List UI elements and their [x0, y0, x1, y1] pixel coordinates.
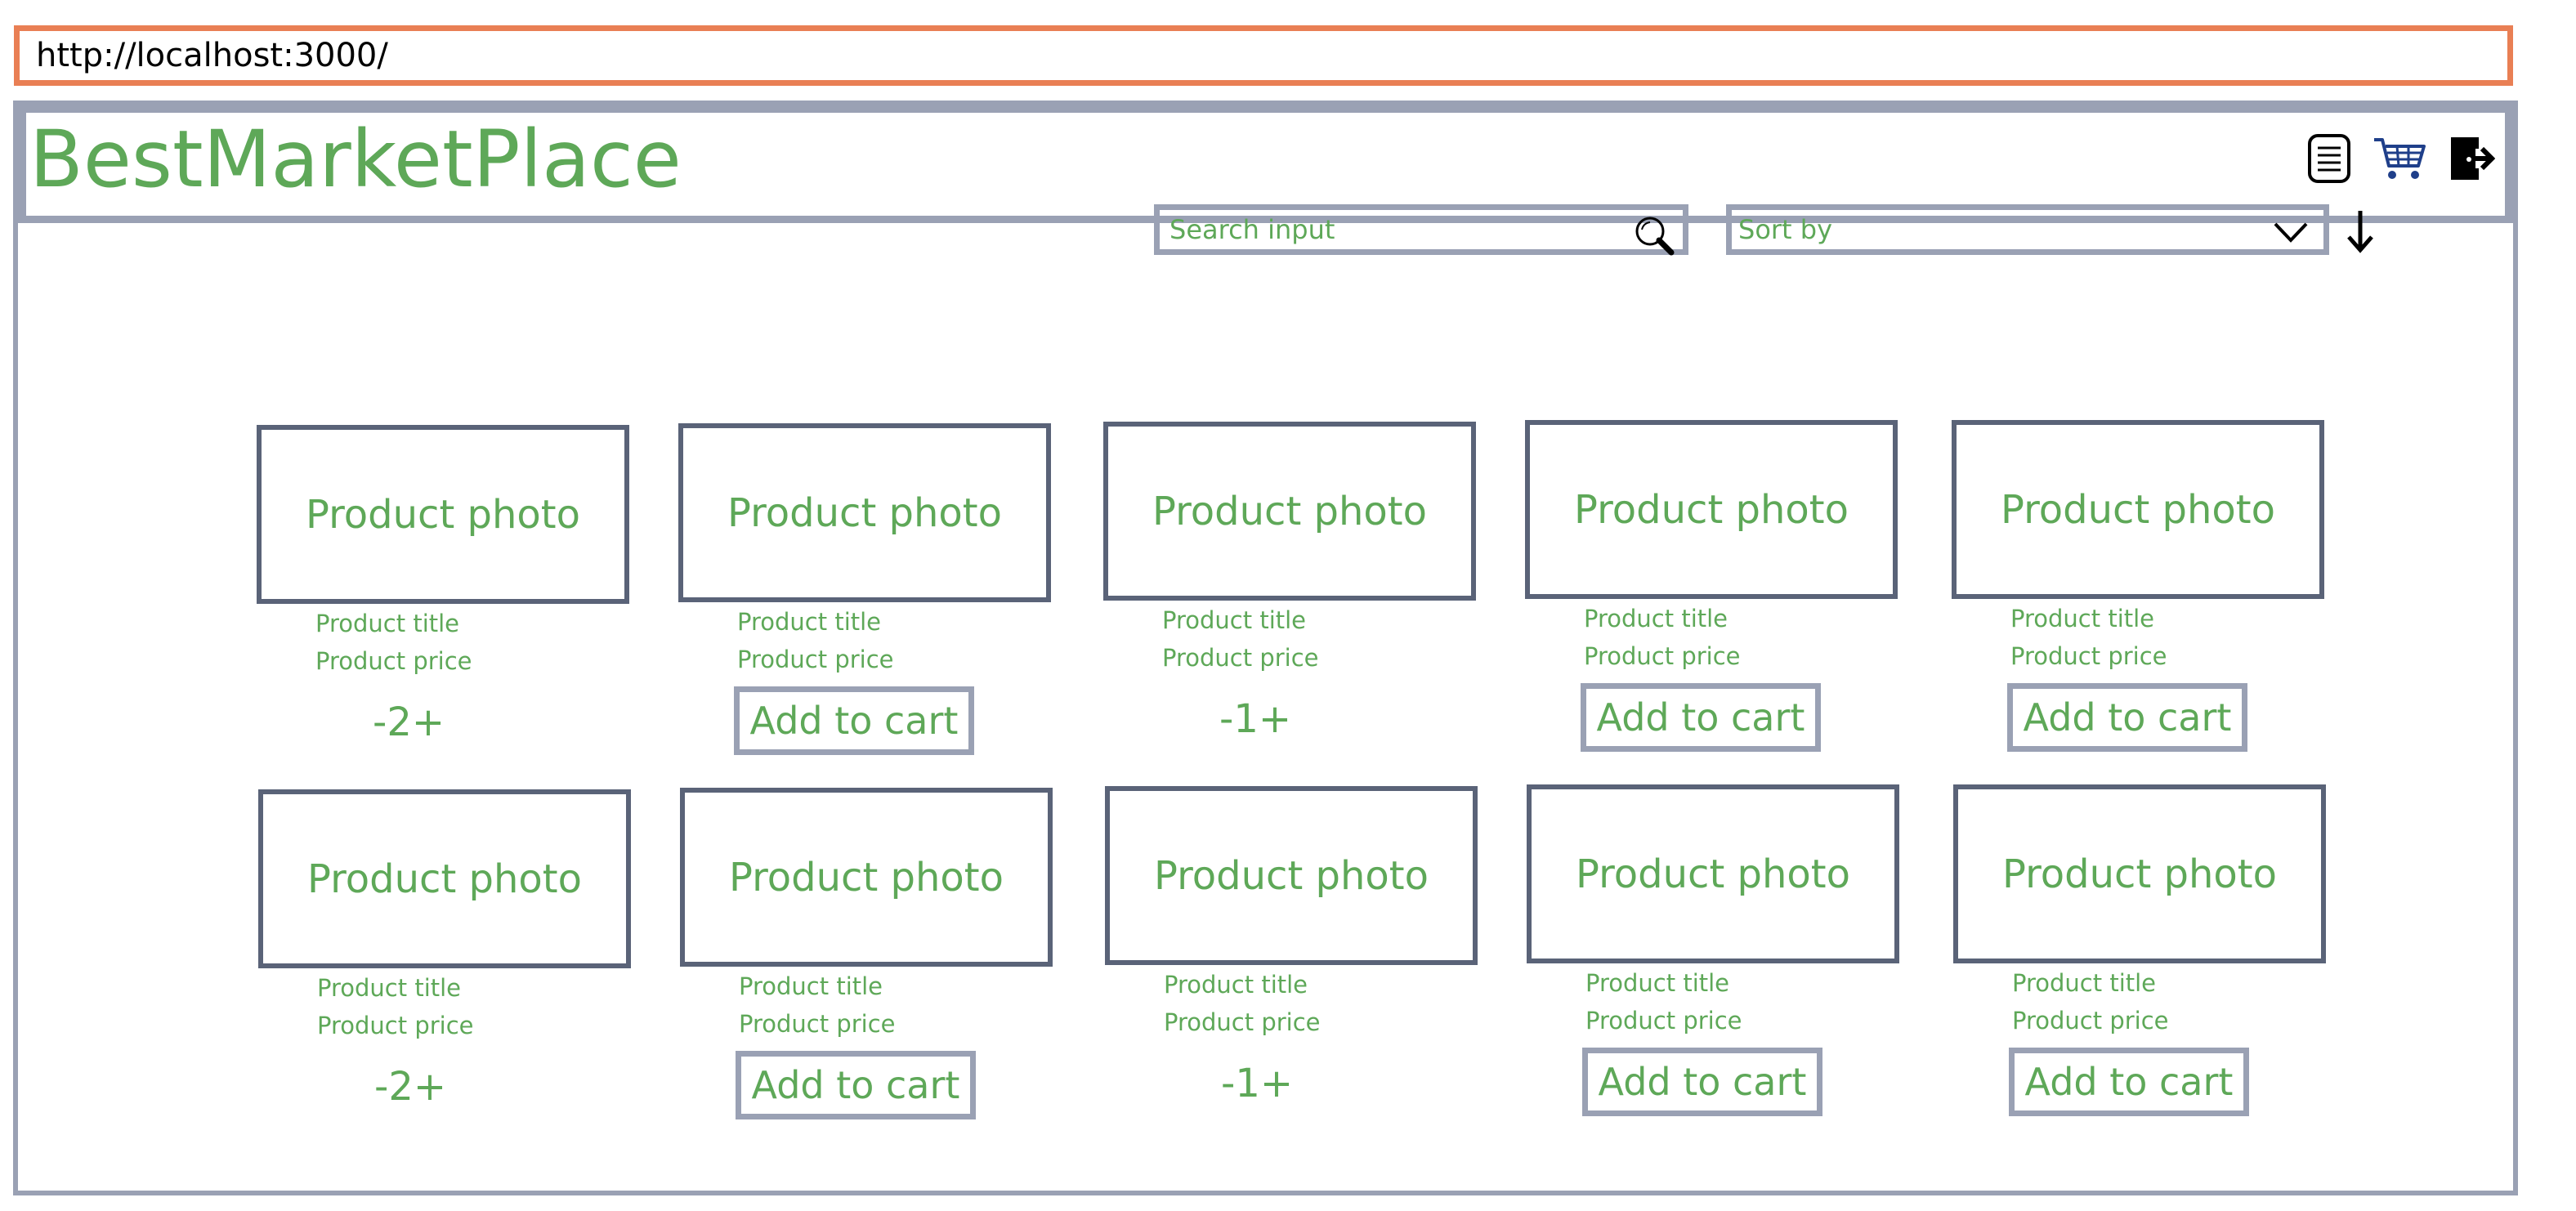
search-placeholder: Search input — [1169, 214, 1335, 245]
add-to-cart-button[interactable]: Add to cart — [2007, 683, 2247, 752]
product-photo[interactable]: Product photo — [1527, 784, 1899, 963]
header-left-border — [18, 105, 26, 216]
product-photo[interactable]: Product photo — [678, 423, 1051, 602]
product-photo[interactable]: Product photo — [1952, 420, 2324, 599]
product-photo[interactable]: Product photo — [680, 788, 1053, 967]
brand-logo-text[interactable]: BestMarketPlace — [29, 120, 682, 199]
product-price: Product price — [315, 647, 472, 675]
product-title[interactable]: Product title — [1164, 971, 1308, 999]
sort-direction-arrow-down-icon[interactable] — [2344, 208, 2377, 257]
product-card: Product photo Product title Product pric… — [1953, 784, 2329, 1128]
search-icon[interactable] — [1634, 215, 1676, 259]
product-card: Product photo Product title Product pric… — [678, 423, 1054, 766]
product-photo[interactable]: Product photo — [1953, 784, 2326, 963]
quantity-stepper[interactable]: -2+ — [374, 1064, 446, 1110]
url-text: http://localhost:3000/ — [36, 37, 388, 74]
product-title[interactable]: Product title — [317, 974, 461, 1002]
product-price: Product price — [1162, 644, 1319, 672]
product-price: Product price — [1164, 1008, 1321, 1036]
product-title[interactable]: Product title — [2010, 605, 2154, 632]
add-to-cart-button[interactable]: Add to cart — [2009, 1048, 2249, 1116]
product-card: Product photo Product title Product pric… — [1103, 422, 1479, 765]
quantity-stepper[interactable]: -1+ — [1221, 1061, 1293, 1106]
product-title[interactable]: Product title — [2012, 969, 2156, 997]
product-price: Product price — [1585, 1007, 1742, 1034]
product-title[interactable]: Product title — [739, 972, 883, 1000]
product-title[interactable]: Product title — [1585, 969, 1729, 997]
chevron-down-icon — [2273, 220, 2309, 248]
add-to-cart-button[interactable]: Add to cart — [1582, 1048, 1822, 1116]
product-price: Product price — [2010, 642, 2167, 670]
product-price: Product price — [737, 646, 894, 673]
product-photo[interactable]: Product photo — [257, 425, 629, 604]
search-input[interactable]: Search input — [1154, 204, 1688, 256]
add-to-cart-button[interactable]: Add to cart — [1581, 683, 1821, 752]
product-card: Product photo Product title Product pric… — [258, 789, 634, 1133]
add-to-cart-button[interactable]: Add to cart — [734, 686, 974, 755]
sort-by-select[interactable]: Sort by — [1726, 204, 2329, 255]
header-top-border — [18, 105, 2513, 113]
product-card: Product photo Product title Product pric… — [680, 788, 1056, 1131]
product-photo[interactable]: Product photo — [1105, 786, 1478, 965]
product-title[interactable]: Product title — [1162, 606, 1306, 634]
product-price: Product price — [317, 1012, 474, 1039]
quantity-stepper[interactable]: -2+ — [373, 699, 445, 745]
add-to-cart-button[interactable]: Add to cart — [736, 1051, 976, 1119]
product-price: Product price — [1584, 642, 1741, 670]
product-card: Product photo Product title Product pric… — [1525, 420, 1901, 763]
product-card: Product photo Product title Product pric… — [1952, 420, 2328, 763]
product-photo[interactable]: Product photo — [1525, 420, 1898, 599]
product-card: Product photo Product title Product pric… — [1527, 784, 1903, 1128]
quantity-stepper[interactable]: -1+ — [1219, 696, 1291, 742]
product-price: Product price — [739, 1010, 896, 1038]
product-card: Product photo Product title Product pric… — [257, 425, 633, 768]
product-card: Product photo Product title Product pric… — [1105, 786, 1481, 1129]
product-title[interactable]: Product title — [737, 608, 881, 636]
product-photo[interactable]: Product photo — [1103, 422, 1476, 601]
browser-url-bar[interactable]: http://localhost:3000/ — [14, 25, 2513, 86]
orders-list-icon[interactable] — [2307, 133, 2353, 187]
sort-by-label: Sort by — [1738, 214, 1833, 245]
header-right-border — [2505, 105, 2513, 216]
product-title[interactable]: Product title — [1584, 605, 1728, 632]
cart-icon[interactable] — [2373, 135, 2426, 185]
product-price: Product price — [2012, 1007, 2169, 1034]
product-title[interactable]: Product title — [315, 610, 459, 637]
header-icon-group — [2307, 133, 2496, 187]
logout-door-icon[interactable] — [2446, 134, 2496, 186]
product-photo[interactable]: Product photo — [258, 789, 631, 968]
